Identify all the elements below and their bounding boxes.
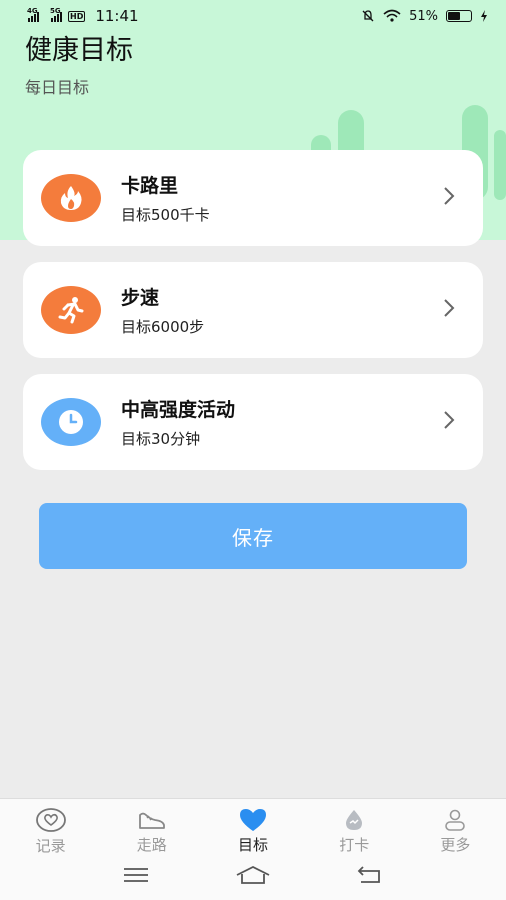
goal-value: 目标30分钟	[121, 430, 201, 448]
shoe-icon	[137, 807, 167, 832]
status-time: 11:41	[95, 7, 139, 25]
back-icon[interactable]	[357, 866, 383, 884]
tab-label: 记录	[35, 837, 66, 855]
tab-label: 目标	[238, 836, 269, 854]
drop-icon	[342, 807, 366, 832]
goal-value: 目标6000步	[121, 318, 205, 336]
tab-label: 打卡	[339, 836, 370, 854]
chevron-right-icon	[444, 299, 455, 317]
tab-goals[interactable]: 目标	[202, 807, 303, 855]
goal-card-calories[interactable]: 卡路里 目标500千卡	[23, 150, 483, 246]
signal-icon: 5G	[50, 7, 62, 22]
signal-icon: 4G	[27, 7, 39, 22]
goal-card-activity[interactable]: 中高强度活动 目标30分钟	[23, 374, 483, 470]
charging-icon	[481, 10, 487, 22]
heart-outline-icon	[35, 807, 67, 833]
page-title: 健康目标	[25, 35, 133, 66]
battery-percent: 51%	[409, 8, 438, 24]
chevron-right-icon	[444, 411, 455, 429]
home-icon[interactable]	[235, 865, 271, 885]
chevron-right-icon	[444, 187, 455, 205]
running-person-icon	[41, 286, 101, 334]
goal-name: 卡路里	[121, 175, 179, 197]
system-nav-bar	[0, 855, 506, 895]
mute-icon	[362, 10, 374, 22]
wifi-icon	[383, 9, 401, 22]
bottom-nav: 记录 走路 目标 打卡 更多	[0, 798, 506, 900]
clock-icon	[41, 398, 101, 446]
flame-icon	[41, 174, 101, 222]
goal-value: 目标500千卡	[121, 206, 210, 224]
tab-walk[interactable]: 走路	[101, 807, 202, 855]
goal-name: 步速	[121, 287, 160, 309]
goal-name: 中高强度活动	[121, 399, 236, 421]
menu-icon[interactable]	[123, 867, 149, 883]
hd-badge: HD	[68, 10, 86, 22]
battery-icon	[446, 10, 472, 22]
tab-record[interactable]: 记录	[0, 807, 101, 855]
heart-filled-icon	[238, 807, 268, 832]
goal-card-steps[interactable]: 步速 目标6000步	[23, 262, 483, 358]
person-icon	[443, 807, 467, 832]
save-button[interactable]: 保存	[39, 503, 467, 569]
tab-label: 更多	[440, 836, 471, 854]
tab-checkin[interactable]: 打卡	[304, 807, 405, 855]
tab-label: 走路	[136, 836, 167, 854]
page-subtitle: 每日目标	[25, 78, 90, 97]
tab-more[interactable]: 更多	[405, 807, 506, 855]
